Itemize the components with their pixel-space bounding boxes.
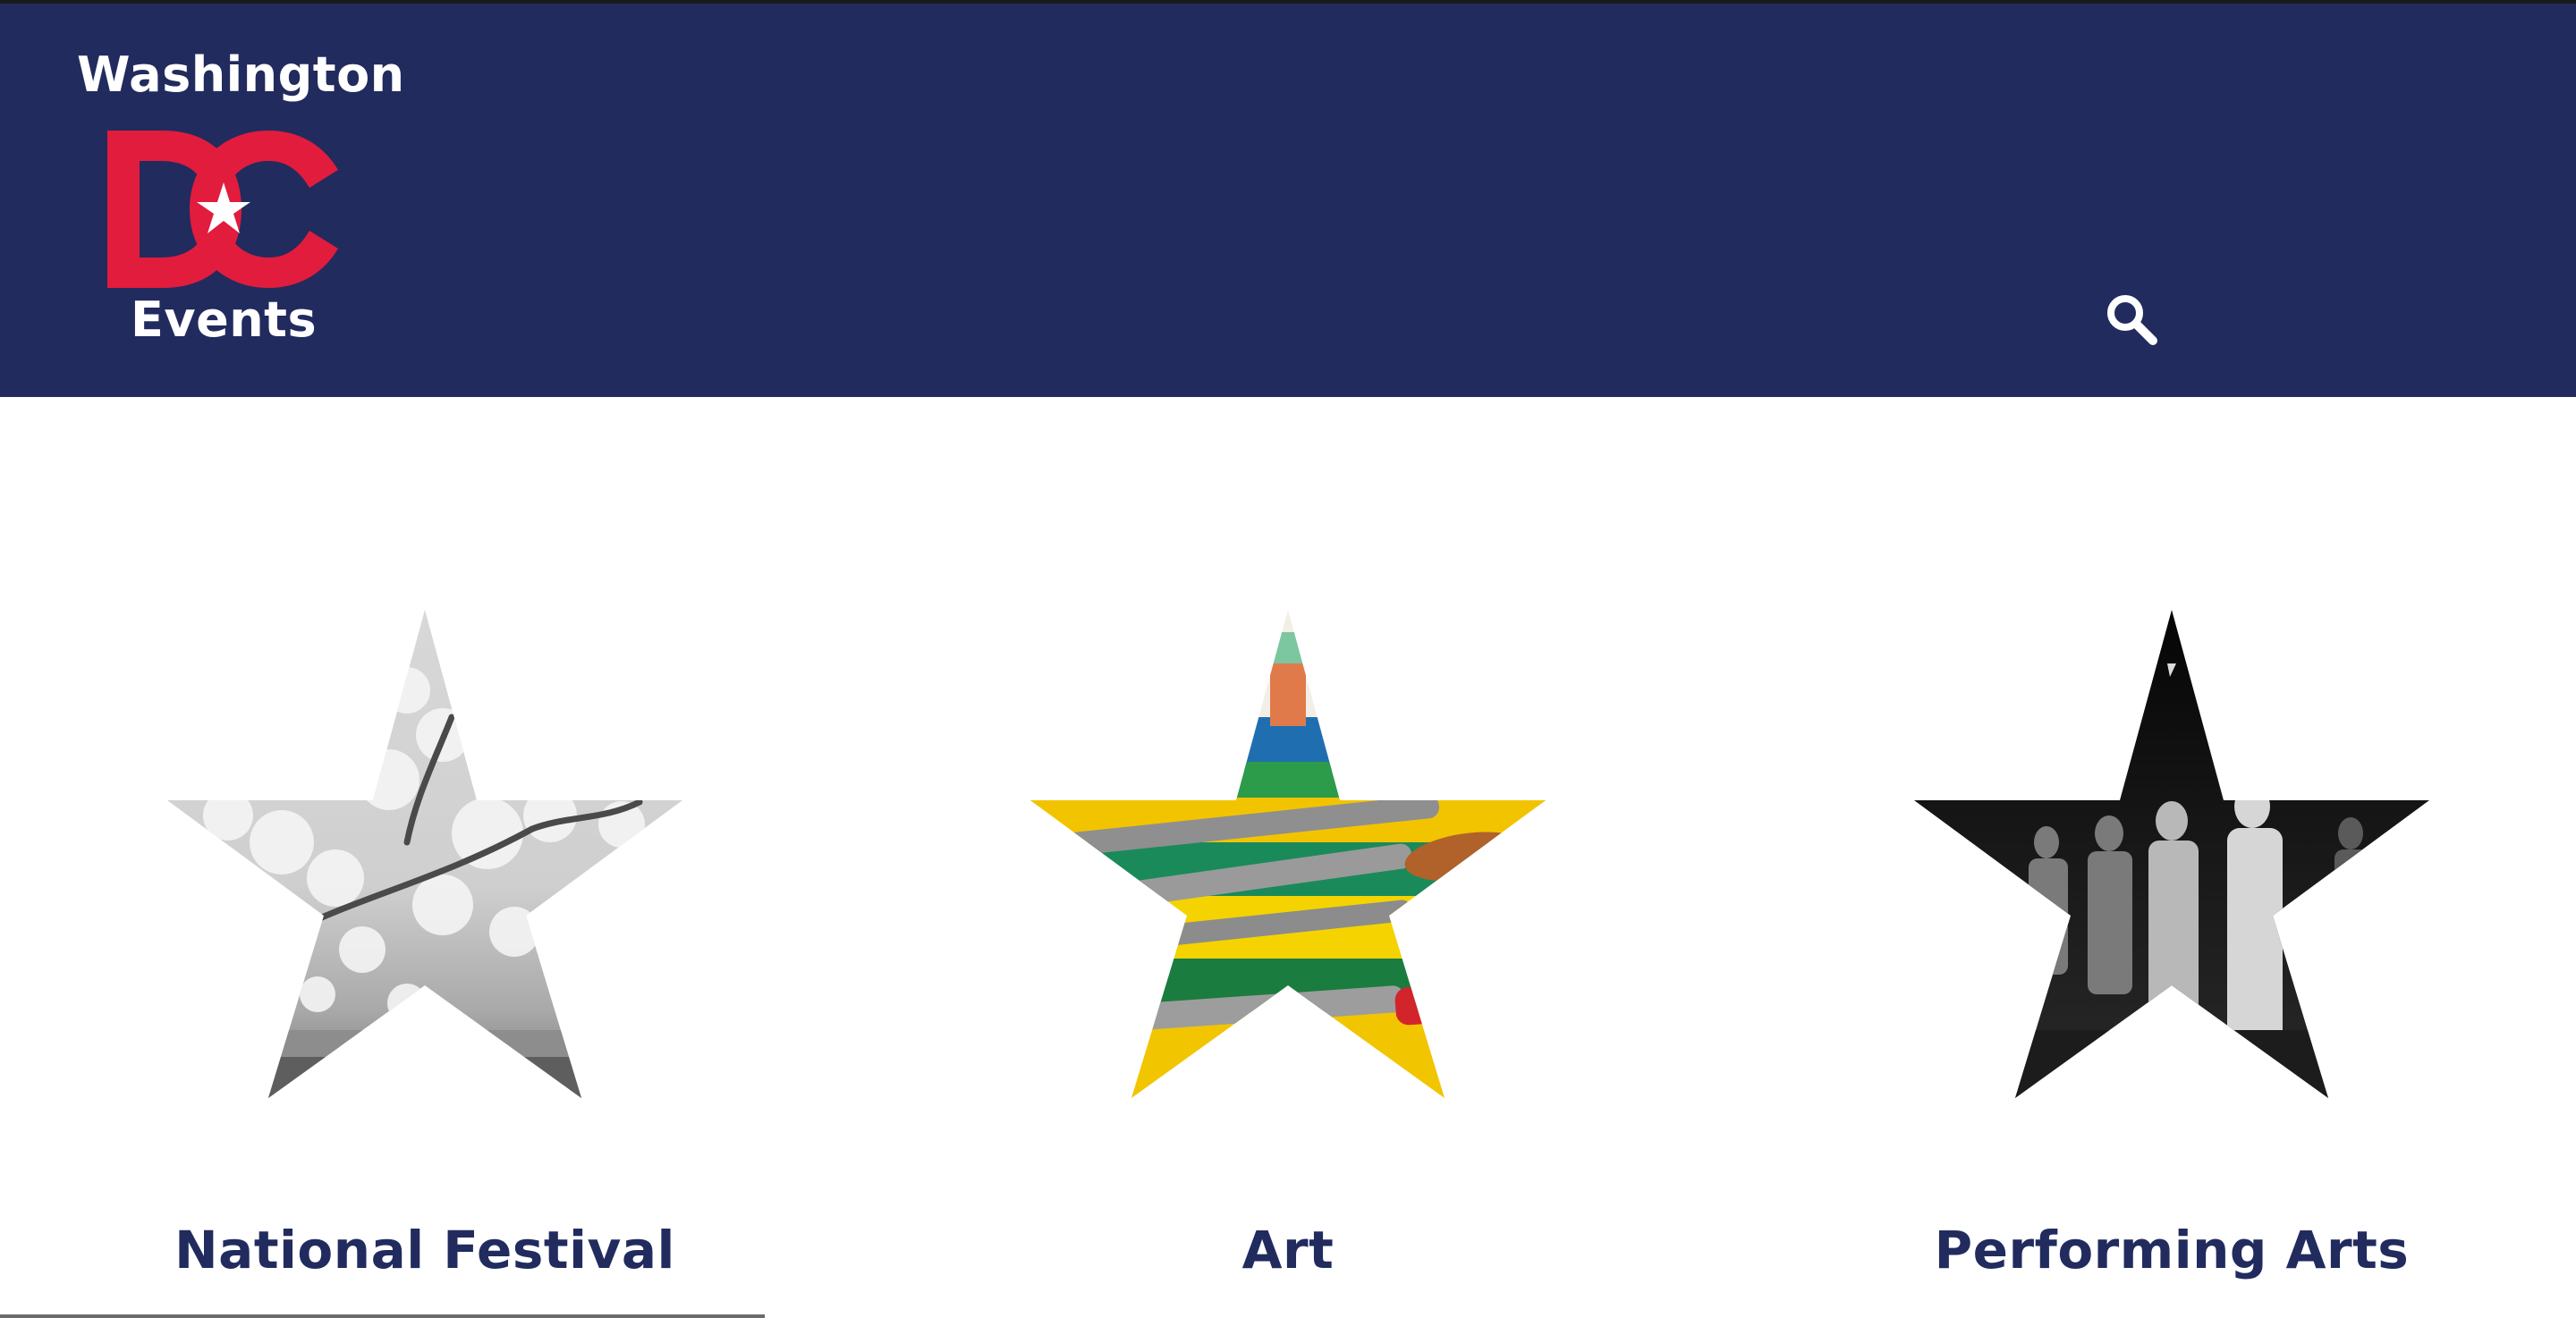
- performers-star-image[interactable]: [1814, 610, 2529, 1111]
- category-label[interactable]: Performing Arts: [1814, 1220, 2529, 1280]
- category-label[interactable]: National Festival: [67, 1220, 783, 1280]
- paint-brushes-star-image[interactable]: [930, 610, 1646, 1111]
- search-button[interactable]: [2100, 288, 2163, 351]
- cherry-blossom-star-image[interactable]: [67, 610, 783, 1111]
- category-card-performing-arts[interactable]: Performing Arts: [1814, 397, 2529, 1318]
- category-card-art[interactable]: Art: [930, 397, 1646, 1318]
- category-card-national-festival[interactable]: National Festival: [67, 397, 783, 1318]
- category-cards: National Festival Art Performing Arts: [0, 397, 2576, 1318]
- logo-top-text: Washington: [77, 46, 405, 103]
- horizontal-scrollbar[interactable]: [0, 1314, 765, 1318]
- category-label[interactable]: Art: [930, 1220, 1646, 1280]
- dc-star-logo-mark: [107, 131, 338, 288]
- site-header: Washington Events: [0, 4, 2576, 397]
- search-icon: [2107, 295, 2157, 345]
- logo-bottom-text: Events: [131, 291, 318, 348]
- site-logo[interactable]: Washington Events: [77, 39, 405, 357]
